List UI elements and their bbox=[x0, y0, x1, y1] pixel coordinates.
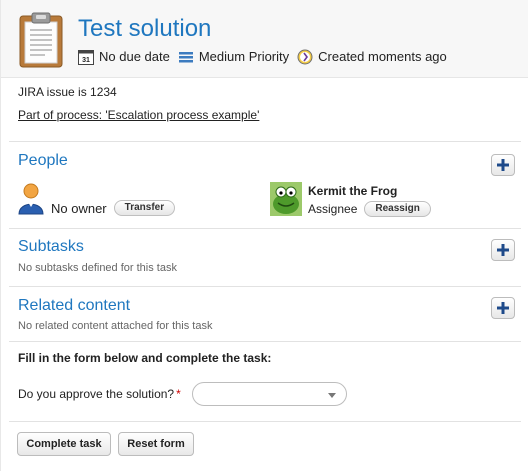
assignee-name: Kermit the Frog bbox=[308, 184, 398, 198]
priority-label: Medium Priority bbox=[198, 49, 290, 64]
owner-row: No owner Transfer bbox=[51, 200, 176, 216]
add-subtask-button[interactable] bbox=[491, 239, 515, 261]
task-page: Test solution 31 No due date Medium Prio… bbox=[0, 0, 528, 471]
process-link[interactable]: Part of process: 'Escalation process exa… bbox=[18, 108, 318, 122]
task-header: Test solution 31 No due date Medium Prio… bbox=[1, 0, 528, 78]
plus-icon bbox=[497, 244, 509, 256]
plus-icon bbox=[497, 302, 509, 314]
plus-icon bbox=[497, 159, 509, 171]
divider bbox=[9, 286, 521, 287]
clipboard-icon bbox=[19, 12, 63, 68]
task-meta: 31 No due date Medium Priority Created m… bbox=[78, 48, 455, 66]
created-label: Created moments ago bbox=[318, 49, 447, 64]
due-date-label: No due date bbox=[99, 49, 170, 64]
assignee-avatar bbox=[270, 182, 302, 216]
priority-icon bbox=[178, 49, 194, 65]
add-person-button[interactable] bbox=[491, 154, 515, 176]
reassign-button[interactable]: Reassign bbox=[364, 201, 431, 217]
form-heading: Fill in the form below and complete the … bbox=[18, 351, 272, 365]
add-related-button[interactable] bbox=[491, 297, 515, 319]
related-title: Related content bbox=[18, 297, 131, 314]
svg-text:31: 31 bbox=[82, 57, 90, 64]
subtasks-empty: No subtasks defined for this task bbox=[18, 262, 177, 274]
transfer-button[interactable]: Transfer bbox=[113, 200, 176, 216]
task-description: JIRA issue is 1234 bbox=[18, 85, 117, 99]
chevron-down-icon bbox=[328, 393, 336, 398]
complete-task-button[interactable]: Complete task bbox=[17, 432, 111, 456]
task-title: Test solution bbox=[78, 15, 212, 42]
due-date: 31 No due date bbox=[78, 48, 170, 66]
approve-field-label: Do you approve the solution? * bbox=[18, 387, 181, 401]
approve-select[interactable] bbox=[192, 382, 347, 406]
subtasks-title: Subtasks bbox=[18, 238, 84, 255]
assignee-label: Assignee bbox=[308, 202, 358, 216]
divider bbox=[9, 141, 521, 142]
clock-icon bbox=[297, 49, 313, 65]
created: Created moments ago bbox=[297, 48, 447, 66]
owner-avatar-icon bbox=[17, 183, 45, 215]
owner-label: No owner bbox=[51, 200, 107, 216]
people-title: People bbox=[18, 152, 68, 169]
assignee-row: Assignee Reassign bbox=[308, 201, 431, 217]
required-mark: * bbox=[176, 387, 181, 401]
reset-form-button[interactable]: Reset form bbox=[118, 432, 194, 456]
approve-label-text: Do you approve the solution? bbox=[18, 387, 175, 401]
divider bbox=[9, 421, 521, 422]
divider bbox=[9, 228, 521, 229]
divider bbox=[9, 341, 521, 342]
related-empty: No related content attached for this tas… bbox=[18, 320, 213, 332]
priority: Medium Priority bbox=[178, 48, 289, 66]
calendar-icon: 31 bbox=[78, 49, 94, 65]
